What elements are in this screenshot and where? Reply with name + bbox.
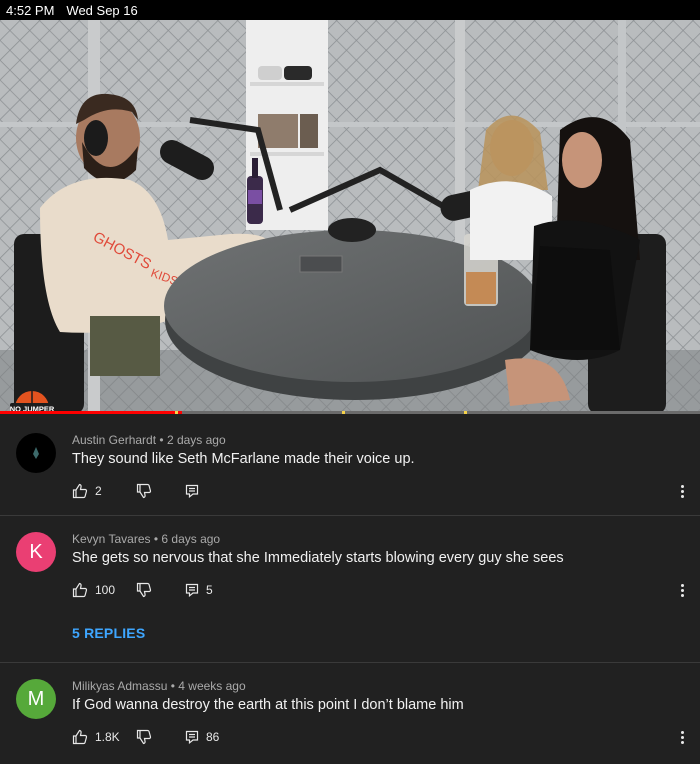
- comment-age: 6 days ago: [161, 532, 221, 546]
- view-replies-button[interactable]: 5 REPLIES: [72, 625, 145, 641]
- comment-actions: 1.8K 86: [72, 727, 219, 747]
- avatar[interactable]: K: [16, 532, 56, 572]
- reply-icon: [185, 583, 199, 597]
- dislike-button[interactable]: [136, 582, 152, 598]
- reply-button[interactable]: 86: [185, 730, 219, 744]
- comment-meta: Kevyn Tavares • 6 days ago: [72, 532, 220, 546]
- comment-text: They sound like Seth McFarlane made thei…: [72, 451, 415, 467]
- status-time: 4:52 PM: [6, 2, 55, 18]
- video-frame: GHOSTS KIDS SEE: [0, 20, 700, 414]
- reply-button[interactable]: 5: [185, 583, 213, 597]
- thumbs-up-icon: [72, 729, 88, 745]
- avatar[interactable]: M: [16, 679, 56, 719]
- avatar-letter: M: [27, 687, 45, 710]
- thumbs-up-icon: [72, 582, 88, 598]
- meta-separator: •: [153, 532, 159, 546]
- comment-author[interactable]: Kevyn Tavares: [72, 532, 151, 546]
- comment-item: M Milikyas Admassu • 4 weeks ago If God …: [0, 663, 700, 764]
- dislike-button[interactable]: [136, 483, 152, 499]
- avatar[interactable]: [16, 433, 56, 473]
- thumbs-down-icon: [136, 729, 152, 745]
- comment-author[interactable]: Milikyas Admassu: [72, 679, 167, 693]
- meta-separator: •: [170, 679, 175, 693]
- avatar-letter: K: [29, 540, 43, 563]
- video-player[interactable]: GHOSTS KIDS SEE NO JUMP: [0, 20, 700, 414]
- comment-meta: Milikyas Admassu • 4 weeks ago: [72, 679, 246, 693]
- like-button[interactable]: 2: [72, 483, 102, 499]
- thumbs-up-icon: [72, 483, 88, 499]
- avatar-image-icon: [33, 447, 39, 459]
- comment-text: If God wanna destroy the earth at this p…: [72, 697, 464, 713]
- reply-count: 86: [206, 730, 220, 744]
- like-button[interactable]: 100: [72, 582, 115, 598]
- status-bar: 4:52 PM Wed Sep 16: [0, 0, 700, 20]
- like-button[interactable]: 1.8K: [72, 729, 120, 745]
- like-count: 2: [95, 484, 102, 498]
- comment-meta: Austin Gerhardt • 2 days ago: [72, 433, 226, 447]
- comment-actions: 2: [72, 481, 199, 501]
- reply-icon: [185, 484, 199, 498]
- like-count: 1.8K: [95, 730, 120, 744]
- meta-separator: •: [159, 433, 164, 447]
- comment-text: She gets so nervous that she Immediately…: [72, 550, 564, 566]
- thumbs-down-icon: [136, 582, 152, 598]
- comment-item: Austin Gerhardt • 2 days ago They sound …: [0, 414, 700, 515]
- comment-age: 2 days ago: [166, 433, 226, 447]
- comment-age: 4 weeks ago: [178, 679, 246, 693]
- comment-author[interactable]: Austin Gerhardt: [72, 433, 156, 447]
- more-options-icon[interactable]: [676, 481, 688, 501]
- like-count: 100: [95, 583, 116, 597]
- reply-count: 5: [206, 583, 213, 597]
- reply-button[interactable]: [185, 484, 199, 498]
- thumbs-down-icon: [136, 483, 152, 499]
- comment-item: K Kevyn Tavares • 6 days ago She gets so…: [0, 516, 700, 662]
- reply-icon: [185, 730, 199, 744]
- comment-actions: 100 5: [72, 580, 213, 600]
- dislike-button[interactable]: [136, 729, 152, 745]
- status-date: Wed Sep 16: [66, 2, 138, 18]
- more-options-icon[interactable]: [676, 580, 688, 600]
- more-options-icon[interactable]: [676, 727, 688, 747]
